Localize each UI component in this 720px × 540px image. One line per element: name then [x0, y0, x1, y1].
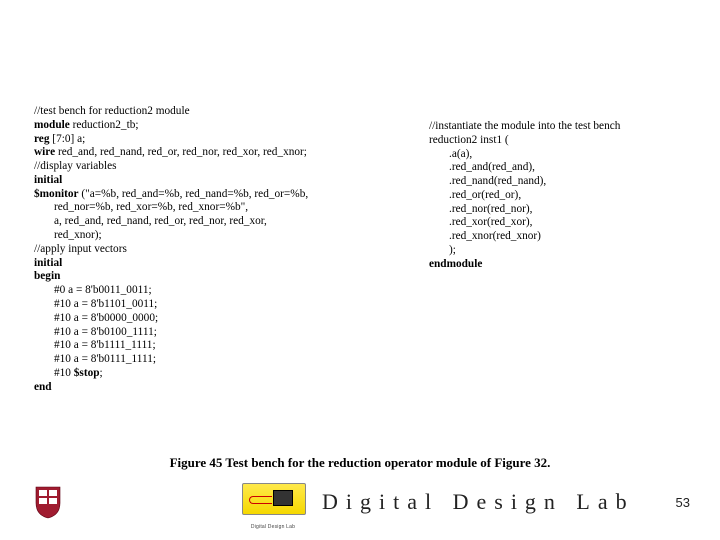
footer: Digital Design Lab Digital Design Lab 53: [0, 480, 720, 524]
code-line: #10 a = 8'b1111_1111;: [34, 339, 429, 353]
code-line: wire red_and, red_nand, red_or, red_nor,…: [34, 146, 429, 160]
code-line: #10 a = 8'b0111_1111;: [34, 353, 429, 367]
code-line: .red_xor(red_xor),: [429, 216, 684, 230]
code-line: //test bench for reduction2 module: [34, 105, 429, 119]
code-line: //apply input vectors: [34, 243, 429, 257]
code-line: .red_nor(red_nor),: [429, 203, 684, 217]
kw-initial: initial: [34, 257, 62, 269]
kw-endmodule: endmodule: [429, 258, 482, 270]
code-text: [7:0] a;: [49, 133, 85, 145]
code-line: //instantiate the module into the test b…: [429, 120, 684, 134]
code-line: initial: [34, 257, 429, 271]
kw-monitor: $monitor: [34, 188, 79, 200]
kw-reg: reg: [34, 133, 49, 145]
lab-logo: Digital Design Lab: [242, 483, 304, 521]
code-line: reduction2 inst1 (: [429, 134, 684, 148]
code-line: #10 a = 8'b0100_1111;: [34, 326, 429, 340]
code-line: #10 a = 8'b0000_0000;: [34, 312, 429, 326]
page-number: 53: [676, 495, 690, 510]
code-line: initial: [34, 174, 429, 188]
slide: //test bench for reduction2 module modul…: [0, 0, 720, 540]
kw-initial: initial: [34, 174, 62, 186]
kw-stop: $stop: [74, 367, 100, 379]
code-line: .a(a),: [429, 148, 684, 162]
code-line: red_xnor);: [34, 229, 429, 243]
code-line: .red_xnor(red_xnor): [429, 230, 684, 244]
lab-logo-subtext: Digital Design Lab: [242, 524, 304, 530]
shield-icon: [34, 485, 62, 519]
code-line: a, red_and, red_nand, red_or, red_nor, r…: [34, 215, 429, 229]
code-line: .red_or(red_or),: [429, 189, 684, 203]
code-line: .red_and(red_and),: [429, 161, 684, 175]
code-line: endmodule: [429, 258, 684, 272]
code-line: reg [7:0] a;: [34, 133, 429, 147]
kw-begin: begin: [34, 270, 60, 282]
code-columns: //test bench for reduction2 module modul…: [34, 105, 688, 394]
code-text: ("a=%b, red_and=%b, red_nand=%b, red_or=…: [79, 188, 309, 200]
code-text: #10: [54, 367, 74, 379]
code-line: //display variables: [34, 160, 429, 174]
kw-wire: wire: [34, 146, 55, 158]
code-line: begin: [34, 270, 429, 284]
code-left-column: //test bench for reduction2 module modul…: [34, 105, 429, 394]
code-text: ;: [100, 367, 103, 379]
kw-module: module: [34, 119, 70, 131]
kw-end: end: [34, 381, 52, 393]
code-right-column: //instantiate the module into the test b…: [429, 105, 684, 394]
code-line: module reduction2_tb;: [34, 119, 429, 133]
code-text: reduction2_tb;: [70, 119, 139, 131]
code-line: #10 a = 8'b1101_0011;: [34, 298, 429, 312]
code-line: end: [34, 381, 429, 395]
code-line: $monitor ("a=%b, red_and=%b, red_nand=%b…: [34, 188, 429, 202]
code-line: );: [429, 244, 684, 258]
code-line: #10 $stop;: [34, 367, 429, 381]
code-line: #0 a = 8'b0011_0011;: [34, 284, 429, 298]
code-text: red_and, red_nand, red_or, red_nor, red_…: [55, 146, 307, 158]
code-line: red_nor=%b, red_xor=%b, red_xnor=%b",: [34, 201, 429, 215]
figure-caption: Figure 45 Test bench for the reduction o…: [0, 455, 720, 471]
brand-text: Digital Design Lab: [322, 489, 635, 515]
code-line: .red_nand(red_nand),: [429, 175, 684, 189]
